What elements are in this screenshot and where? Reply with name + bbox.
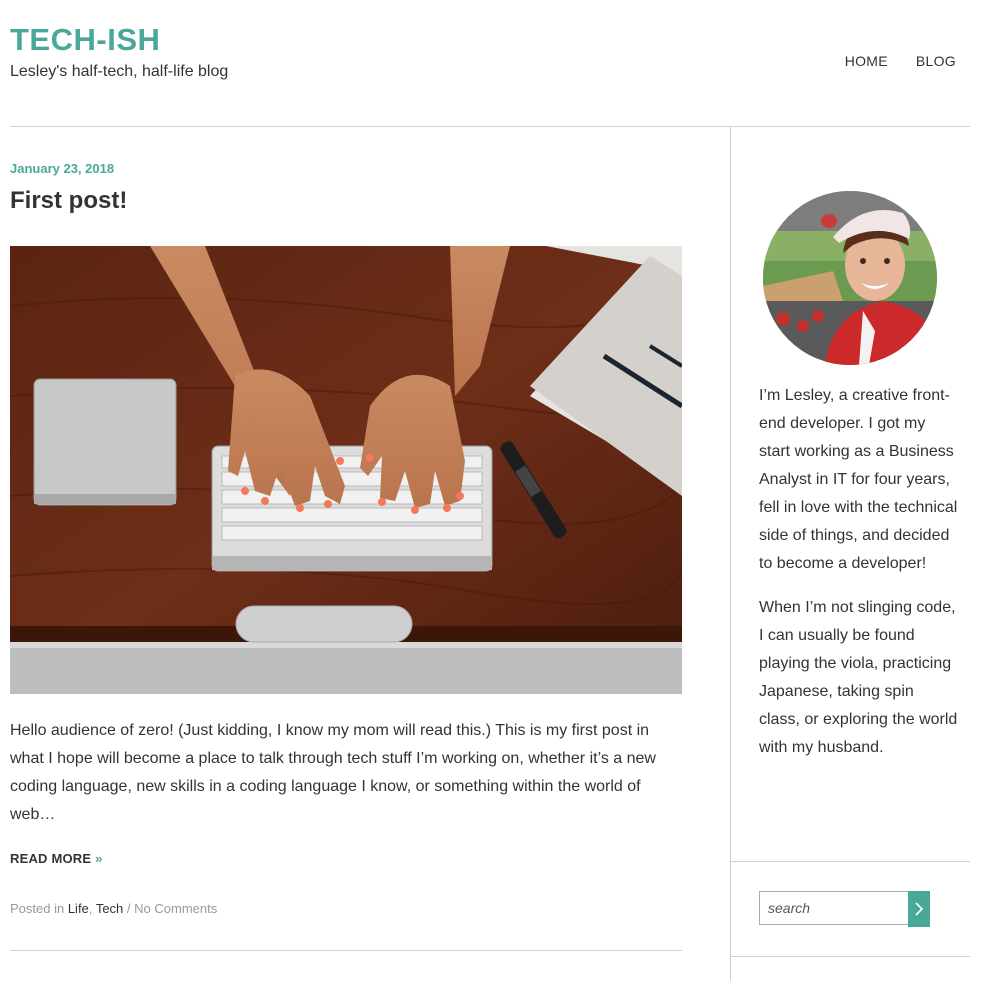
nav-home-link[interactable]: HOME bbox=[845, 53, 888, 69]
chevron-right-icon bbox=[915, 902, 924, 916]
category-link-tech[interactable]: Tech bbox=[96, 901, 123, 916]
read-more-link[interactable]: READ MORE » bbox=[10, 851, 103, 866]
bio-paragraph-1: I’m Lesley, a creative front-end develop… bbox=[759, 387, 958, 572]
bio-paragraph-2: When I’m not slinging code, I can usuall… bbox=[759, 599, 958, 756]
read-more-label: READ MORE bbox=[10, 851, 92, 866]
post-meta: Posted in Life, Tech / No Comments bbox=[10, 901, 217, 916]
post-excerpt: Hello audience of zero! (Just kidding, I… bbox=[10, 722, 656, 823]
site-title[interactable]: TECH-ISH bbox=[10, 22, 160, 58]
sidebar: I’m Lesley, a creative front-end develop… bbox=[731, 127, 970, 981]
sidebar-divider-top bbox=[731, 861, 970, 862]
search-form bbox=[759, 891, 930, 927]
comments-link[interactable]: No Comments bbox=[134, 901, 217, 916]
post-divider bbox=[10, 950, 682, 951]
post-title[interactable]: First post! bbox=[10, 187, 127, 215]
search-submit-button[interactable] bbox=[908, 891, 930, 927]
site-header: TECH-ISH Lesley's half-tech, half-life b… bbox=[10, 0, 970, 127]
meta-slash: / bbox=[126, 901, 131, 916]
site-tagline: Lesley's half-tech, half-life blog bbox=[10, 63, 229, 80]
hands-typing-photo bbox=[10, 246, 682, 694]
main-nav: HOME BLOG bbox=[845, 53, 956, 69]
post-date: January 23, 2018 bbox=[10, 161, 115, 176]
avatar bbox=[763, 191, 937, 365]
post-featured-image[interactable] bbox=[10, 246, 682, 694]
category-link-life[interactable]: Life bbox=[68, 901, 89, 916]
read-more-arrow: » bbox=[95, 851, 103, 866]
category-separator: , bbox=[88, 901, 93, 916]
nav-blog-link[interactable]: BLOG bbox=[916, 53, 956, 69]
posted-in-label: Posted in bbox=[10, 901, 65, 916]
avatar-photo bbox=[763, 191, 937, 365]
sidebar-divider-bottom bbox=[731, 956, 970, 957]
author-bio: I’m Lesley, a creative front-end develop… bbox=[759, 382, 959, 778]
search-input[interactable] bbox=[759, 891, 908, 925]
